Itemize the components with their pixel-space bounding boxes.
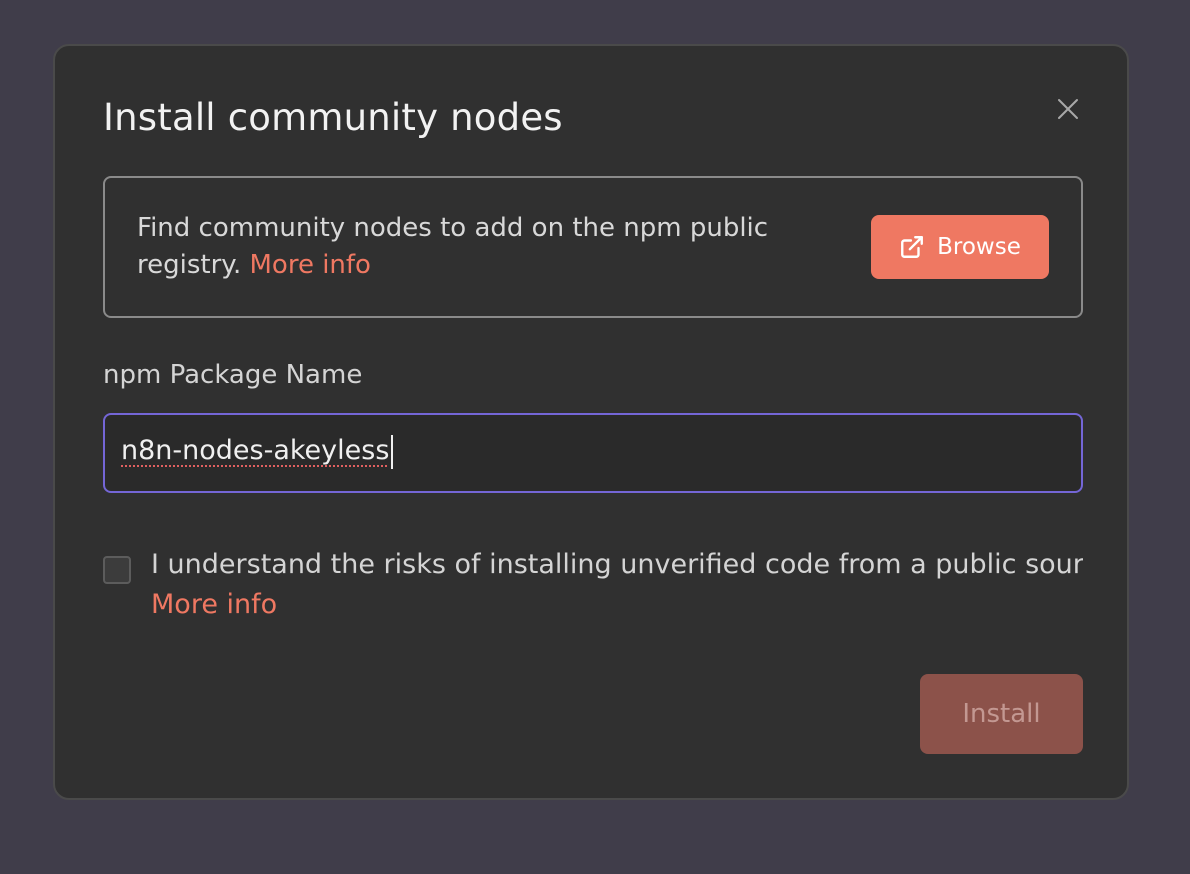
package-name-label: npm Package Name [103, 360, 363, 390]
package-name-value: n8n-nodes-akeyless [121, 435, 390, 466]
more-info-link[interactable]: More info [249, 250, 370, 280]
browse-label: Browse [937, 234, 1021, 260]
close-icon [1058, 99, 1078, 119]
browse-button[interactable]: Browse [871, 215, 1049, 279]
dialog-title: Install community nodes [103, 96, 563, 139]
close-button[interactable] [1053, 94, 1083, 124]
install-community-nodes-dialog: Install community nodes Find community n… [53, 44, 1129, 800]
risk-more-info-link[interactable]: More info [151, 589, 277, 620]
info-text-block: Find community nodes to add on the npm p… [137, 210, 837, 284]
info-text: Find community nodes to add on the npm p… [137, 213, 769, 280]
risk-acknowledge-checkbox[interactable] [103, 556, 131, 584]
install-button[interactable]: Install [920, 674, 1083, 754]
risk-acknowledge-label: I understand the risks of installing unv… [151, 549, 1083, 580]
package-name-input[interactable]: n8n-nodes-akeyless [103, 413, 1083, 493]
text-caret [391, 435, 393, 469]
external-link-icon [901, 236, 924, 258]
info-panel: Find community nodes to add on the npm p… [103, 176, 1083, 318]
